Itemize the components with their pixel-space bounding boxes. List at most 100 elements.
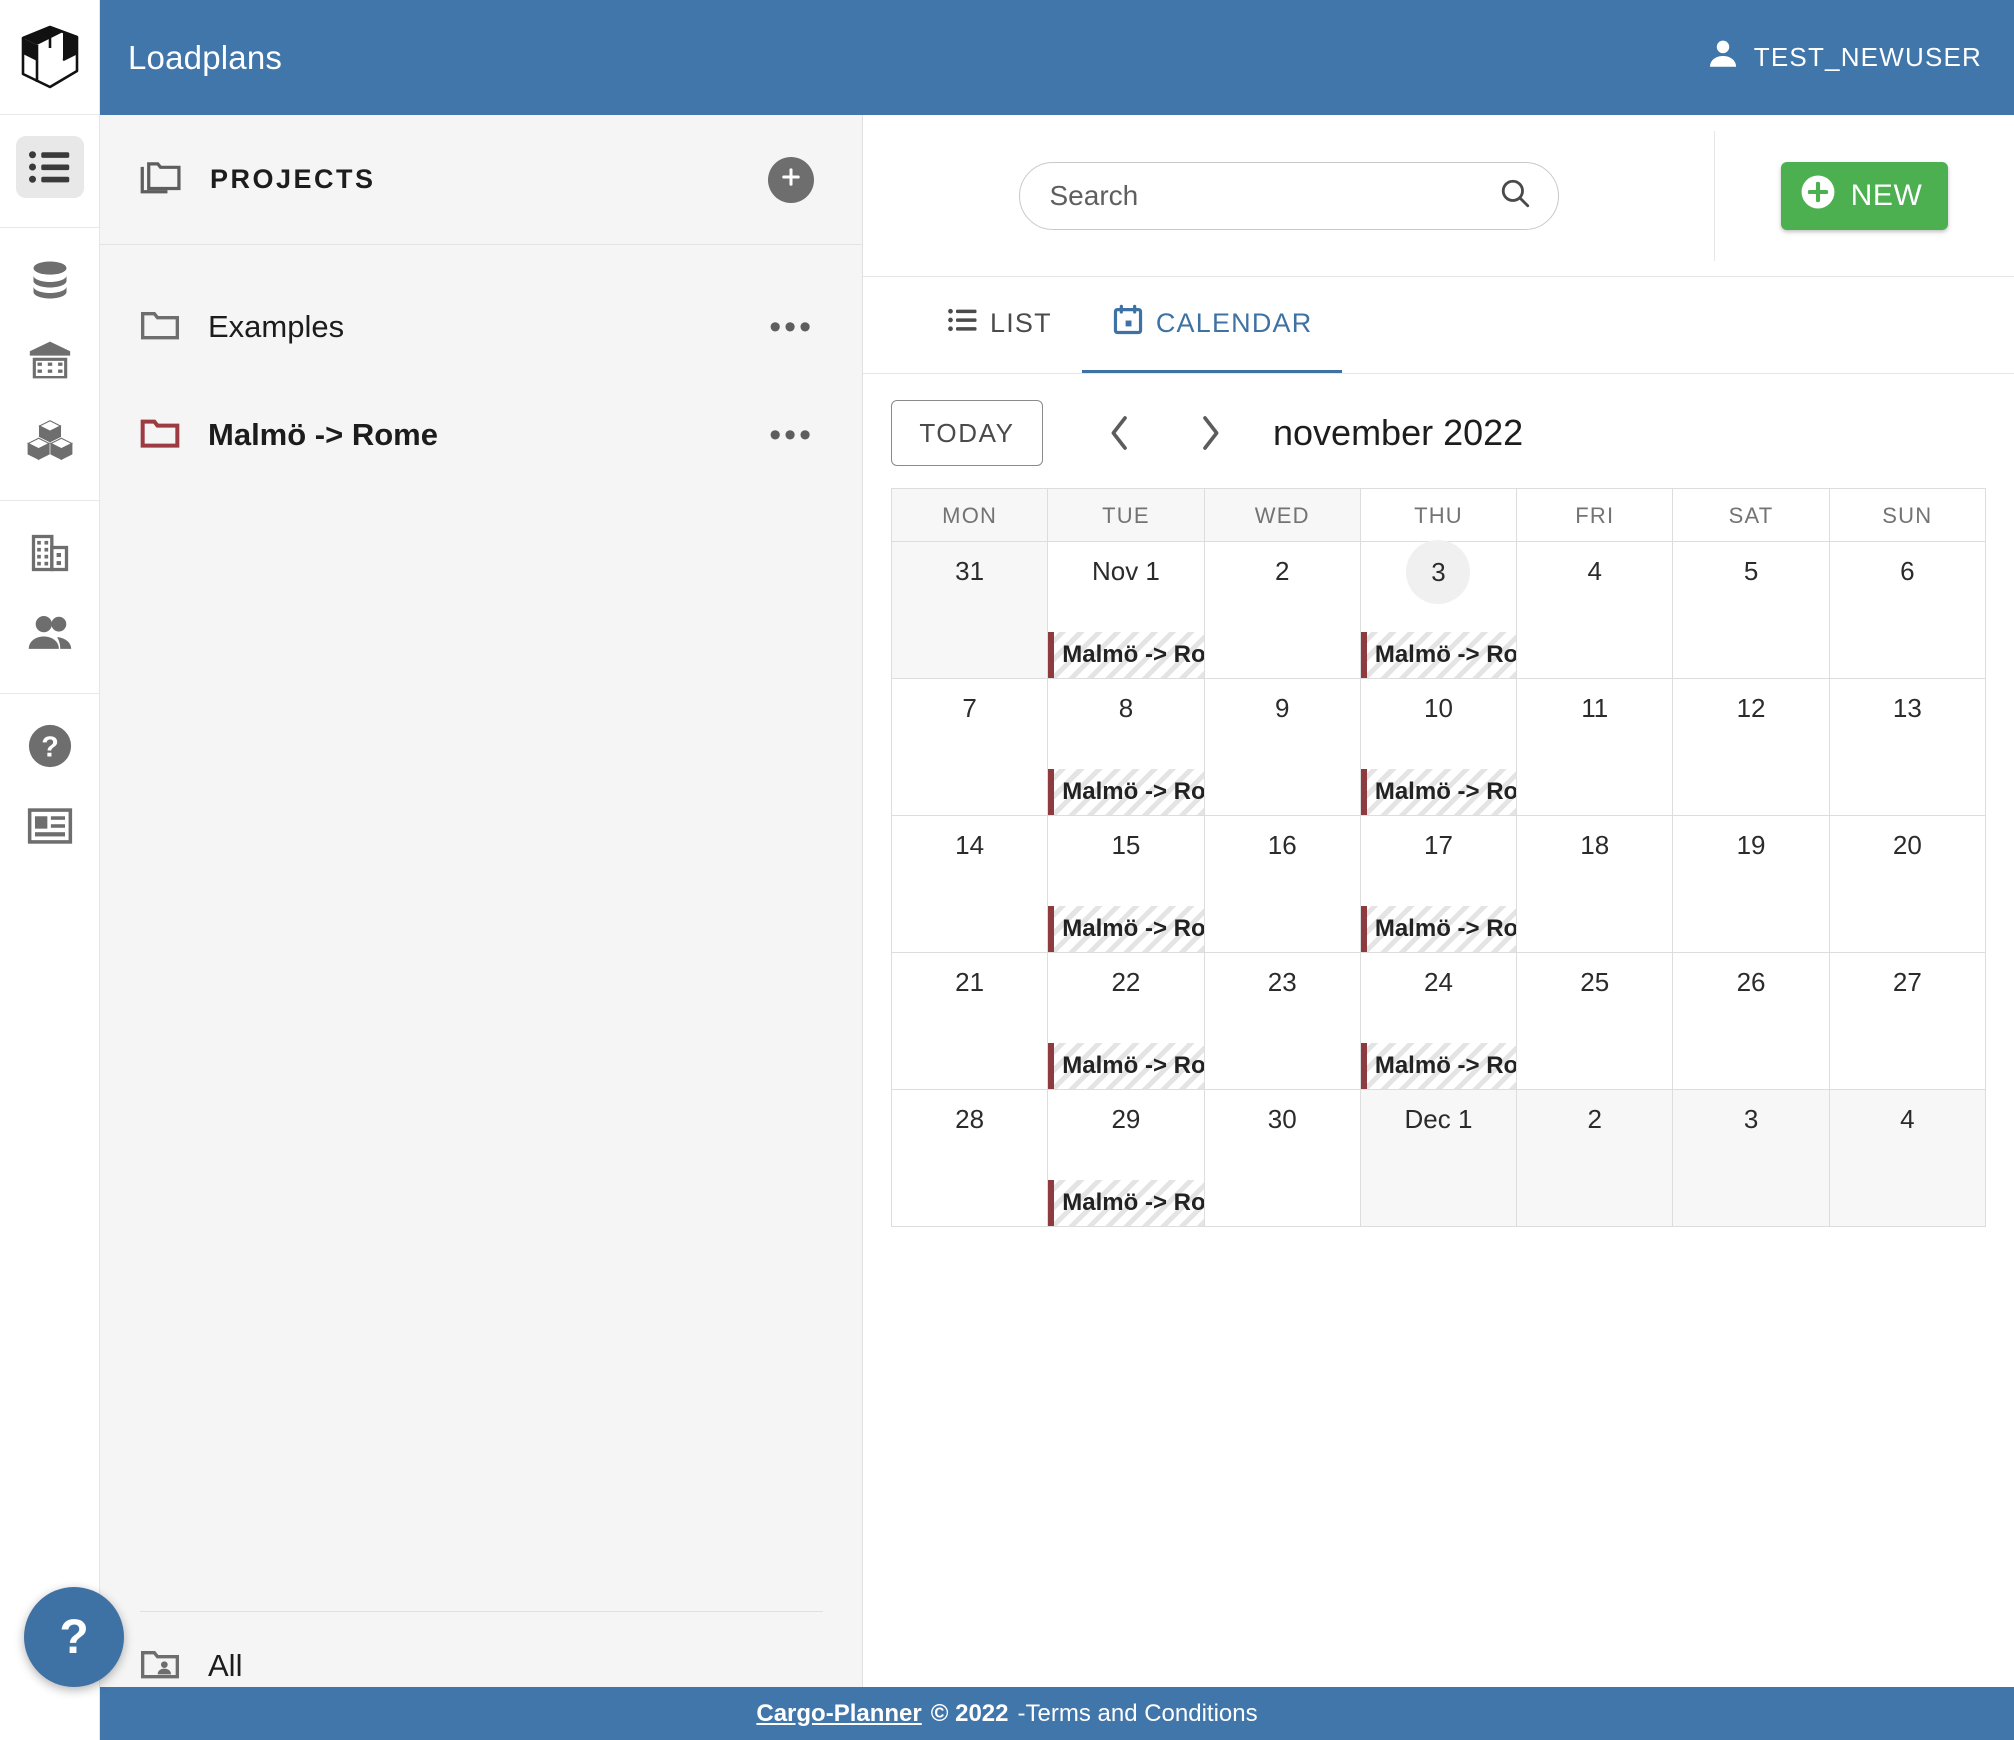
calendar-day-cell[interactable]: 26: [1673, 953, 1829, 1090]
tab-calendar[interactable]: CALENDAR: [1082, 277, 1343, 373]
calendar-day-cell[interactable]: 17Malmö -> Rome: [1361, 816, 1517, 953]
app-logo[interactable]: [0, 0, 100, 115]
calendar-day-cell[interactable]: 3: [1673, 1090, 1829, 1227]
calendar-day-cell[interactable]: 2: [1517, 1090, 1673, 1227]
tab-list[interactable]: LIST: [918, 277, 1082, 373]
today-button[interactable]: TODAY: [891, 400, 1043, 466]
folder-icon: [140, 308, 180, 347]
chevron-left-icon: [1107, 413, 1133, 453]
calendar-event-chip[interactable]: Malmö -> Rome: [1361, 906, 1516, 952]
calendar-day-cell[interactable]: 5: [1673, 542, 1829, 679]
sidebar-item-company[interactable]: [0, 513, 100, 593]
calendar-day-cell[interactable]: 21: [892, 953, 1048, 1090]
calendar-day-cell[interactable]: 15Malmö -> Rome: [1048, 816, 1204, 953]
folder-copy-icon: [140, 158, 182, 201]
calendar-day-cell[interactable]: 2: [1205, 542, 1361, 679]
search-input[interactable]: [1050, 180, 1488, 212]
search-icon[interactable]: [1498, 176, 1532, 215]
calendar-day-cell[interactable]: 6: [1830, 542, 1986, 679]
calendar-day-cell[interactable]: 20: [1830, 816, 1986, 953]
footer-terms-link[interactable]: -Terms and Conditions: [1018, 1700, 1258, 1728]
calendar-weekday: MON: [892, 489, 1048, 542]
calendar-event-chip[interactable]: Malmö -> Rome: [1048, 632, 1203, 678]
calendar-day-number: 8: [1048, 693, 1203, 724]
sidebar-item-news[interactable]: [0, 786, 100, 866]
user-menu[interactable]: TEST_NEWUSER: [1706, 37, 1982, 78]
article-icon: [16, 795, 84, 857]
sidebar-item-cargo-items[interactable]: [0, 400, 100, 480]
search-box[interactable]: [1019, 162, 1559, 230]
calendar-day-number: 21: [892, 967, 1047, 998]
calendar-day-cell[interactable]: 13: [1830, 679, 1986, 816]
calendar-event-chip[interactable]: Malmö -> Rome: [1048, 906, 1203, 952]
calendar-day-cell[interactable]: 12: [1673, 679, 1829, 816]
calendar-day-cell[interactable]: 9: [1205, 679, 1361, 816]
calendar-day-cell[interactable]: 11: [1517, 679, 1673, 816]
calendar-day-number: 22: [1048, 967, 1203, 998]
calendar-event-chip[interactable]: Malmö -> Rome: [1048, 769, 1203, 815]
calendar-event-chip[interactable]: Malmö -> Rome: [1361, 769, 1516, 815]
calendar-day-cell[interactable]: 23: [1205, 953, 1361, 1090]
project-menu-button[interactable]: •••: [769, 418, 814, 452]
calendar-event-chip[interactable]: Malmö -> Rome: [1048, 1043, 1203, 1089]
calendar-grid: MONTUEWEDTHUFRISATSUN 31Nov 1Malmö -> Ro…: [891, 488, 1986, 1227]
calendar-day-cell[interactable]: 24 Malmö -> Rome: [1361, 953, 1517, 1090]
folder-icon: [140, 416, 180, 455]
calendar-day-cell[interactable]: 7: [892, 679, 1048, 816]
calendar-weekday: TUE: [1048, 489, 1204, 542]
calendar-event-chip[interactable]: Malmö -> Rome: [1361, 632, 1516, 678]
calendar-day-cell[interactable]: 4: [1517, 542, 1673, 679]
calendar-day-number: 4: [1830, 1104, 1985, 1135]
calendar-event-chip[interactable]: Malmö -> Rome: [1361, 1043, 1516, 1089]
calendar-day-cell[interactable]: 16: [1205, 816, 1361, 953]
sidebar-item-users[interactable]: [0, 593, 100, 673]
list-icon: [948, 307, 978, 340]
sidebar-item-database[interactable]: [0, 240, 100, 320]
calendar-day-cell[interactable]: 14: [892, 816, 1048, 953]
people-icon: [16, 602, 84, 664]
calendar-day-number: 6: [1830, 556, 1985, 587]
next-month-button[interactable]: [1177, 400, 1243, 466]
project-row-malmo-rome[interactable]: Malmö -> Rome •••: [100, 381, 862, 489]
sidebar-item-list[interactable]: [0, 127, 100, 207]
calendar-week-row: 2829Malmö -> Rome30Dec 1234: [892, 1090, 1986, 1227]
calendar-day-number: 18: [1517, 830, 1672, 861]
icon-rail: ?: [0, 0, 100, 1740]
calendar-day-number: 24: [1361, 967, 1516, 998]
plus-circle-icon: [1799, 173, 1837, 219]
calendar-toolbar: TODAY november 2022: [863, 374, 2014, 488]
help-fab-button[interactable]: ?: [24, 1587, 124, 1687]
sidebar-item-help[interactable]: ?: [0, 706, 100, 786]
project-row-examples[interactable]: Examples •••: [100, 273, 862, 381]
calendar-day-cell[interactable]: 29Malmö -> Rome: [1048, 1090, 1204, 1227]
list-icon: [16, 136, 84, 198]
svg-text:?: ?: [41, 731, 59, 763]
calendar-event-chip[interactable]: Malmö -> Rome: [1048, 1180, 1203, 1226]
calendar-day-cell[interactable]: 31: [892, 542, 1048, 679]
footer-brand-link[interactable]: Cargo-Planner: [756, 1700, 921, 1728]
calendar-day-cell[interactable]: 4: [1830, 1090, 1986, 1227]
calendar-day-cell[interactable]: 10 Malmö -> Rome: [1361, 679, 1517, 816]
calendar-title: november 2022: [1273, 412, 1523, 454]
calendar-day-cell[interactable]: 22 Malmö -> Rome: [1048, 953, 1204, 1090]
calendar-day-cell[interactable]: 19: [1673, 816, 1829, 953]
calendar-day-cell[interactable]: 25: [1517, 953, 1673, 1090]
calendar-day-cell[interactable]: 30: [1205, 1090, 1361, 1227]
add-project-button[interactable]: [768, 157, 814, 203]
project-menu-button[interactable]: •••: [769, 310, 814, 344]
calendar-weekday-header: MONTUEWEDTHUFRISATSUN: [892, 489, 1986, 542]
calendar-day-cell[interactable]: 28: [892, 1090, 1048, 1227]
calendar-day-cell[interactable]: 27: [1830, 953, 1986, 1090]
calendar-day-number: 19: [1673, 830, 1828, 861]
calendar-day-cell[interactable]: 3Malmö -> Rome: [1361, 542, 1517, 679]
calendar-event-title: Malmö -> Rome: [1367, 915, 1516, 943]
calendar-day-cell[interactable]: Nov 1Malmö -> Rome: [1048, 542, 1204, 679]
calendar-day-cell[interactable]: 18: [1517, 816, 1673, 953]
calendar-day-number: 10: [1361, 693, 1516, 724]
calendar-day-cell[interactable]: 8 Malmö -> Rome: [1048, 679, 1204, 816]
prev-month-button[interactable]: [1087, 400, 1153, 466]
calendar-day-cell[interactable]: Dec 1: [1361, 1090, 1517, 1227]
sidebar-item-warehouse[interactable]: [0, 320, 100, 400]
new-button[interactable]: NEW: [1781, 162, 1949, 230]
projects-list: Examples ••• Malmö -> Rome •••: [100, 245, 862, 489]
